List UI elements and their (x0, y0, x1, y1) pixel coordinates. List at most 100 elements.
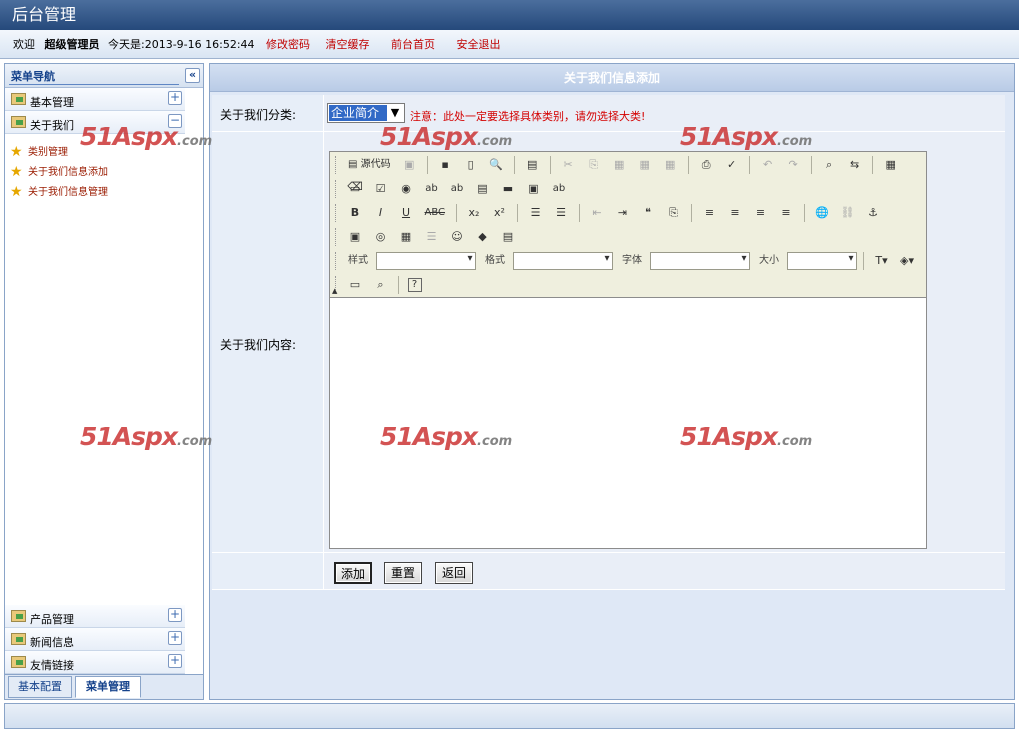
toolbar-separator (578, 204, 580, 222)
add-button[interactable]: 添加 (334, 562, 372, 584)
save-icon[interactable]: ▪ (436, 156, 454, 174)
fit-window-icon[interactable]: ▭ (346, 276, 364, 294)
menu-group-about[interactable]: 关于我们 − (5, 111, 185, 134)
cut-icon[interactable]: ✂ (559, 156, 577, 174)
checkbox-icon[interactable]: ☑ (372, 180, 390, 198)
collapse-toolbar-icon[interactable]: ▲ (332, 287, 337, 295)
collapse-sidebar-button[interactable]: « (185, 68, 200, 83)
image-button-icon[interactable]: ▣ (525, 180, 543, 198)
front-home-link[interactable]: 前台首页 (391, 38, 435, 51)
select-field-icon[interactable]: ▤ (474, 180, 492, 198)
replace-icon[interactable]: ⇆ (846, 156, 864, 174)
redo-icon[interactable]: ↷ (784, 156, 802, 174)
radio-icon[interactable]: ◉ (397, 180, 415, 198)
expand-icon[interactable]: + (168, 631, 182, 645)
text-color-icon[interactable]: T▾ (873, 252, 891, 270)
tab-menu-manage[interactable]: 菜单管理 (75, 676, 141, 698)
paste-text-icon[interactable]: ▦ (636, 156, 654, 174)
submenu-item-category[interactable]: ★ 类别管理 (5, 144, 203, 164)
indent-icon[interactable]: ⇥ (614, 204, 632, 222)
source-button[interactable]: ▤ 源代码 (346, 156, 393, 174)
ordered-list-icon[interactable]: ☰ (527, 204, 545, 222)
special-char-icon[interactable]: ◆ (474, 228, 492, 246)
anchor-icon[interactable]: ⚓ (864, 204, 882, 222)
div-container-icon[interactable]: ⎘ (665, 204, 683, 222)
show-blocks-icon[interactable]: ⌕ (372, 276, 390, 294)
expand-icon[interactable]: + (168, 654, 182, 668)
form-icon[interactable]: ▭ (346, 180, 364, 198)
strikethrough-icon[interactable]: ABC (423, 204, 448, 222)
paste-icon[interactable]: ▦ (610, 156, 628, 174)
size-label: 大小 (759, 255, 779, 266)
hidden-field-icon[interactable]: ab (550, 180, 568, 198)
find-icon[interactable]: ⌕ (820, 156, 838, 174)
preview-icon[interactable]: 🔍 (487, 156, 505, 174)
reset-button[interactable]: 重置 (384, 562, 422, 584)
print-icon[interactable]: ⎙ (697, 156, 715, 174)
content-label: 关于我们内容: (220, 338, 297, 352)
app-title: 后台管理 (0, 0, 1019, 30)
format-dropdown[interactable] (512, 252, 613, 270)
blockquote-icon[interactable]: ❝ (639, 204, 657, 222)
underline-icon[interactable]: U (397, 204, 415, 222)
change-password-link[interactable]: 修改密码 (266, 38, 310, 51)
content-row: 关于我们内容: ▤ 源代码 ▣ ▪ ▯ 🔍 ▤ ✂ ⎘ ▦ ▦ ▦ ⎙ ✓ ↶ … (212, 132, 1005, 553)
horizontal-rule-icon[interactable]: ☰ (423, 228, 441, 246)
help-icon[interactable]: ? (407, 278, 422, 292)
bold-icon[interactable]: B (346, 204, 364, 222)
page-break-icon[interactable]: ▤ (499, 228, 517, 246)
superscript-icon[interactable]: x² (491, 204, 509, 222)
size-dropdown[interactable] (786, 252, 857, 270)
toolbar-separator (455, 204, 457, 222)
rich-text-editor: ▤ 源代码 ▣ ▪ ▯ 🔍 ▤ ✂ ⎘ ▦ ▦ ▦ ⎙ ✓ ↶ ↷ ⌕ ⇆ ▦ … (329, 151, 927, 549)
subscript-icon[interactable]: x₂ (465, 204, 483, 222)
clear-cache-link[interactable]: 清空缓存 (326, 38, 370, 51)
link-icon[interactable]: 🌐 (813, 204, 831, 222)
select-all-icon[interactable]: ▦ (882, 156, 900, 174)
outdent-icon[interactable]: ⇤ (588, 204, 606, 222)
collapse-icon[interactable]: − (168, 114, 182, 128)
toolbar-separator (691, 204, 693, 222)
font-dropdown[interactable] (649, 252, 750, 270)
source-icon: ▤ (348, 159, 358, 170)
align-justify-icon[interactable]: ≡ (777, 204, 795, 222)
toolbar-separator (687, 156, 689, 174)
spellcheck-icon[interactable]: ✓ (723, 156, 741, 174)
flash-icon[interactable]: ◎ (372, 228, 390, 246)
italic-icon[interactable]: I (372, 204, 390, 222)
submenu-item-about-add[interactable]: ★ 关于我们信息添加 (5, 164, 203, 184)
background-color-icon[interactable]: ◈▾ (898, 252, 916, 270)
doc-props-icon[interactable]: ▣ (400, 156, 418, 174)
submenu-item-label: 关于我们信息管理 (28, 187, 108, 198)
textarea-icon[interactable]: ab (448, 180, 466, 198)
category-select[interactable]: 企业简介 ▼ (327, 103, 405, 123)
button-field-icon[interactable]: ▬ (499, 180, 517, 198)
copy-icon[interactable]: ⎘ (585, 156, 603, 174)
align-right-icon[interactable]: ≡ (752, 204, 770, 222)
unlink-icon[interactable]: ⛓ (839, 204, 857, 222)
editor-content-area[interactable] (330, 298, 926, 548)
align-center-icon[interactable]: ≡ (726, 204, 744, 222)
expand-icon[interactable]: + (168, 91, 182, 105)
style-dropdown[interactable] (375, 252, 476, 270)
unordered-list-icon[interactable]: ☰ (552, 204, 570, 222)
undo-icon[interactable]: ↶ (759, 156, 777, 174)
menu-group-basic[interactable]: 基本管理 + (5, 88, 185, 111)
new-page-icon[interactable]: ▯ (462, 156, 480, 174)
image-icon[interactable]: ▣ (346, 228, 364, 246)
menu-group-news[interactable]: 新闻信息 + (5, 628, 185, 651)
table-icon[interactable]: ▦ (397, 228, 415, 246)
menu-group-products[interactable]: 产品管理 + (5, 605, 185, 628)
textfield-icon[interactable]: ab (423, 180, 441, 198)
templates-icon[interactable]: ▤ (523, 156, 541, 174)
expand-icon[interactable]: + (168, 608, 182, 622)
back-button[interactable]: 返回 (435, 562, 473, 584)
menu-group-links[interactable]: 友情链接 + (5, 651, 185, 674)
align-left-icon[interactable]: ≡ (701, 204, 719, 222)
submenu-item-about-manage[interactable]: ★ 关于我们信息管理 (5, 184, 203, 204)
content-label-cell: 关于我们内容: (212, 132, 322, 552)
paste-word-icon[interactable]: ▦ (661, 156, 679, 174)
smiley-icon[interactable]: ☺ (448, 228, 466, 246)
logout-link[interactable]: 安全退出 (457, 38, 501, 51)
tab-basic-config[interactable]: 基本配置 (8, 676, 72, 698)
